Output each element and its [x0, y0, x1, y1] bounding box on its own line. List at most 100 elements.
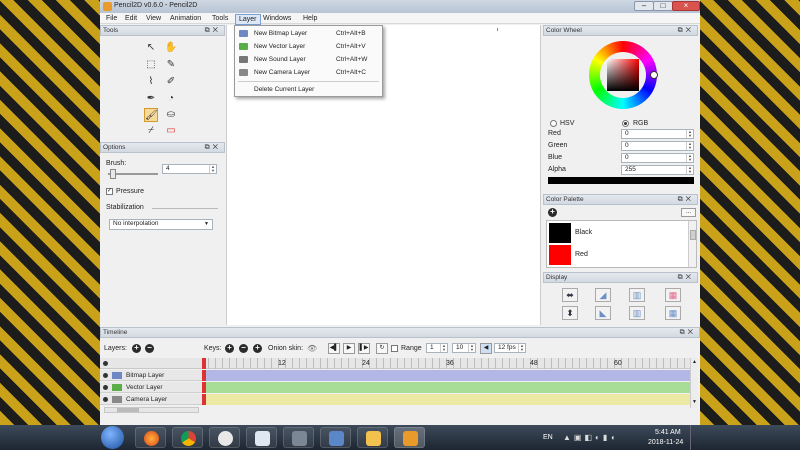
bucket-tool-icon[interactable]: ◔	[164, 92, 178, 106]
red-field[interactable]: 0 ▲ ▼	[621, 129, 694, 139]
maximize-button[interactable]: □	[653, 1, 673, 11]
fps-spinner[interactable]: ▲ ▼	[518, 344, 525, 352]
taskbar-firefox[interactable]	[135, 427, 166, 448]
layer-track-bitmap[interactable]	[202, 370, 690, 381]
timeline-vertical-scrollbar[interactable]: ▲ ▼	[690, 358, 698, 408]
layer-name-cell[interactable]: Bitmap Layer	[100, 370, 202, 381]
add-color-icon[interactable]: +	[548, 208, 557, 217]
menu-help[interactable]: Help	[300, 14, 320, 23]
layer-visibility-icon[interactable]	[103, 385, 108, 390]
eraser-tool-icon[interactable]: ▭	[164, 124, 178, 138]
panel-float-close-icons[interactable]: ⧉✕	[678, 195, 694, 204]
keyframe-camera[interactable]	[202, 394, 206, 405]
pencil-tool-icon[interactable]: ✎	[164, 58, 178, 72]
duplicate-key-icon[interactable]: +	[253, 344, 262, 353]
onion-prev-icon[interactable]: ▥	[629, 288, 645, 302]
blue-field[interactable]: 0 ▲ ▼	[621, 153, 694, 163]
onion-color-blue-icon[interactable]: ▦	[665, 306, 681, 320]
panel-float-close-icons[interactable]: ⧉✕	[205, 143, 221, 152]
taskbar-pencil2d[interactable]	[394, 427, 425, 448]
range-end-field[interactable]: 10 ▲ ▼	[452, 343, 476, 353]
remove-layer-icon[interactable]: −	[145, 344, 154, 353]
onion-next-icon[interactable]: ▥	[629, 306, 645, 320]
timeline-ruler[interactable]: 12 24 36 48 60	[100, 358, 690, 369]
jump-end-button[interactable]: ▌▶	[358, 343, 370, 354]
brush-slider[interactable]	[108, 169, 158, 179]
menu-tools[interactable]: Tools	[209, 14, 231, 23]
start-button[interactable]	[101, 426, 124, 449]
rgb-radio[interactable]	[622, 120, 629, 127]
fps-field[interactable]: 12 fps ▲ ▼	[494, 343, 526, 353]
brush-slider-handle[interactable]	[110, 169, 116, 179]
layer-track-camera[interactable]	[202, 394, 690, 405]
green-spinner[interactable]: ▲ ▼	[686, 142, 693, 150]
menu-new-sound-layer[interactable]: New Sound Layer Ctrl+Alt+W	[235, 53, 382, 66]
palette-scrollbar[interactable]	[688, 221, 696, 267]
range-end-spinner[interactable]: ▲ ▼	[468, 344, 475, 352]
blue-spinner[interactable]: ▲ ▼	[686, 154, 693, 162]
palette-swatch-red-label[interactable]: Red	[575, 251, 588, 258]
paint-tool-icon[interactable]: ⛀	[164, 108, 178, 122]
brush-size-field[interactable]: 4 ▲ ▼	[162, 164, 217, 174]
onion-skin-icon[interactable]: 👁	[307, 344, 317, 353]
alpha-spinner[interactable]: ▲ ▼	[686, 166, 693, 174]
loop-button[interactable]: ↻	[376, 343, 388, 354]
pressure-checkbox[interactable]: ✓	[106, 188, 113, 195]
clock-time[interactable]: 5:41 AM	[655, 429, 681, 436]
range-start-field[interactable]: 1 ▲ ▼	[426, 343, 448, 353]
hand-tool-icon[interactable]: ✋	[164, 41, 178, 55]
taskbar-explorer[interactable]	[357, 427, 388, 448]
menu-windows[interactable]: Windows	[260, 14, 294, 23]
menu-new-camera-layer[interactable]: New Camera Layer Ctrl+Alt+C	[235, 66, 382, 79]
hue-handle[interactable]	[650, 71, 658, 79]
taskbar-app-3[interactable]	[209, 427, 240, 448]
taskbar-app-5[interactable]	[283, 427, 314, 448]
panel-float-close-icons[interactable]: ⧉✕	[680, 328, 696, 337]
range-start-spinner[interactable]: ▲ ▼	[440, 344, 447, 352]
clock-date[interactable]: 2018-11-24	[648, 439, 683, 446]
show-desktop-button[interactable]	[690, 425, 698, 450]
smudge-tool-icon[interactable]: ✐	[164, 75, 178, 89]
palette-menu-button[interactable]: ...	[681, 208, 696, 217]
menu-delete-current-layer[interactable]: Delete Current Layer	[235, 83, 382, 96]
layer-row-bitmap[interactable]: Bitmap Layer	[100, 370, 690, 381]
sound-scrub-button[interactable]: ◀	[480, 343, 492, 354]
red-spinner[interactable]: ▲ ▼	[686, 130, 693, 138]
outlines-icon[interactable]: ◣	[595, 306, 611, 320]
palette-swatch-red[interactable]	[549, 245, 571, 265]
flip-horizontal-icon[interactable]: ⬌	[562, 288, 578, 302]
pen-tool-icon[interactable]: ✒	[144, 92, 158, 106]
select-tool-icon[interactable]: ↖	[144, 41, 158, 55]
add-key-icon[interactable]: +	[225, 344, 234, 353]
play-button[interactable]: ▶	[343, 343, 355, 354]
layer-name-cell[interactable]: Vector Layer	[100, 382, 202, 393]
taskbar-app-6[interactable]	[320, 427, 351, 448]
menu-new-vector-layer[interactable]: New Vector Layer Ctrl+Alt+V	[235, 40, 382, 53]
palette-swatch-black[interactable]	[549, 223, 571, 243]
palette-swatch-black-label[interactable]: Black	[575, 229, 592, 236]
layer-row-camera[interactable]: Camera Layer	[100, 394, 690, 405]
overlay-thirds-icon[interactable]: ◢	[595, 288, 611, 302]
range-checkbox[interactable]	[391, 345, 398, 352]
add-layer-icon[interactable]: +	[132, 344, 141, 353]
layer-name-cell[interactable]: Camera Layer	[100, 394, 202, 405]
remove-key-icon[interactable]: −	[239, 344, 248, 353]
taskbar-chrome[interactable]	[172, 427, 203, 448]
hue-wheel[interactable]	[589, 41, 658, 109]
menu-animation[interactable]: Animation	[167, 14, 204, 23]
play-back-button[interactable]: ◀▌	[328, 343, 340, 354]
menu-layer[interactable]: Layer	[235, 14, 261, 25]
layer-row-vector[interactable]: Vector Layer	[100, 382, 690, 393]
close-button[interactable]: ×	[672, 1, 700, 11]
layer-visibility-icon[interactable]	[103, 397, 108, 402]
taskbar-app-4[interactable]	[246, 427, 277, 448]
eyedropper-tool-icon[interactable]: ⌿	[144, 124, 158, 138]
panel-float-close-icons[interactable]: ⧉✕	[678, 26, 694, 35]
playhead-marker[interactable]	[202, 358, 206, 369]
menu-file[interactable]: File	[103, 14, 120, 23]
brush-size-spinner[interactable]: ▲ ▼	[209, 165, 216, 173]
layer-track-vector[interactable]	[202, 382, 690, 393]
panel-float-close-icons[interactable]: ⧉✕	[678, 273, 694, 282]
menu-view[interactable]: View	[143, 14, 164, 23]
keyframe-vector[interactable]	[202, 382, 206, 393]
